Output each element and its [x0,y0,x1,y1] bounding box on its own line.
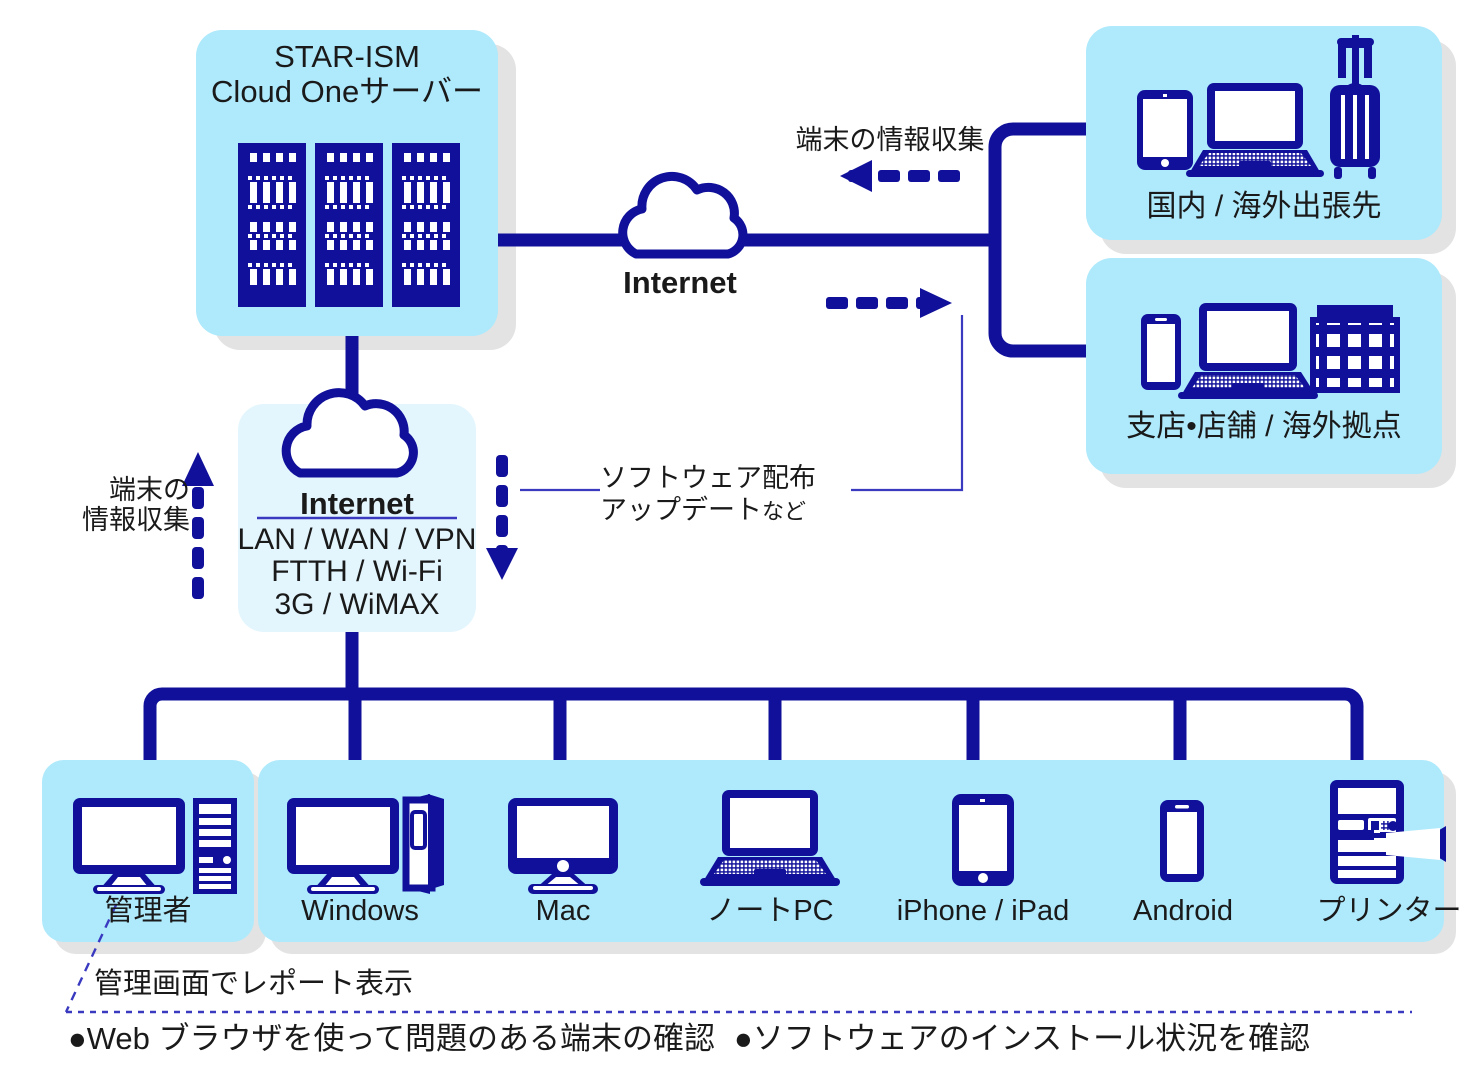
footer-bullet-1: ●ソフトウェアのインストール状況を確認 [734,1021,1311,1056]
admin-caption: 管理者 [104,895,192,927]
footer-note: 管理画面でレポート表示 [94,968,414,1000]
internet-sub-0: LAN / WAN / VPN [237,523,477,556]
distribute-line2-main: アップデート [600,495,762,526]
smartphone-icon-device [1160,800,1204,882]
flow-collect-top-label: 端末の情報収集 [795,125,985,155]
distribute-line2: アップデートなど [600,494,860,526]
device-caption-android: Android [1133,895,1233,927]
office-building-icon [1310,305,1400,393]
diagram-canvas: STAR-ISM Cloud Oneサーバー Internet 端末の情報収集 … [0,0,1472,1092]
tablet-icon [1137,90,1193,170]
cloud-icon-top [618,171,748,259]
arrow-distribute-down [486,455,518,580]
leader-right [851,315,964,492]
device-caption-notebook: ノートPC [706,895,834,927]
remote-site-1-caption: 支店•店舗 / 海外拠点 [1126,410,1402,443]
flow-distribute-label: ソフトウェア配布 アップデートなど [600,462,860,527]
internet-cloud-top-label: Internet [623,265,737,300]
device-caption-mac: Mac [535,895,591,927]
distribute-line1: ソフトウェア配布 [600,463,816,493]
collect-left-line2: 情報収集 [82,505,190,536]
laptop-icon [1178,303,1318,399]
footer-bullet-0: ●Web ブラウザを使って問題のある端末の確認 [68,1021,715,1056]
internet-sub-1: FTTH / Wi-Fi [271,555,443,589]
right-bracket [988,122,1100,358]
server-rack-icon [238,143,460,307]
distribute-line2-suffix: など [762,499,807,525]
remote-site-0-caption: 国内 / 海外出張先 [1146,190,1382,223]
server-title-line2: Cloud Oneサーバー [211,73,483,109]
diagram-svg [42,26,1456,1014]
server-box-title: STAR-ISM Cloud Oneサーバー [196,39,498,109]
device-caption-windows: Windows [301,895,419,927]
internet-box-sublines: LAN / WAN / VPN FTTH / Wi-Fi 3G / WiMAX [233,523,481,621]
collect-left-line1: 端末の [109,475,190,505]
remote-box-1-icons [1141,303,1400,399]
arrow-distribute-top [826,288,952,318]
device-caption-iphone-ipad: iPhone / iPad [896,895,1070,927]
server-title-line1: STAR-ISM [274,39,420,74]
device-caption-printer: プリンター [1316,895,1462,927]
tablet-icon-device [952,794,1014,886]
internet-box-label: Internet [300,486,414,521]
smartphone-icon [1141,314,1181,390]
arrow-collect-top [840,160,960,192]
flow-collect-left-label: 端末の 情報収集 [40,475,190,535]
internet-sub-2: 3G / WiMAX [274,587,440,621]
